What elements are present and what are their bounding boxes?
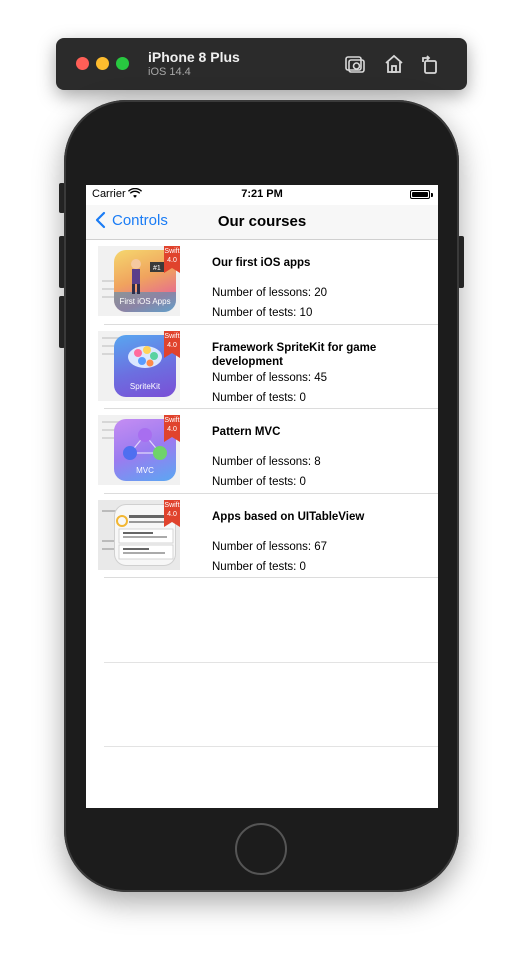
course-title: Framework SpriteKit for game development	[212, 341, 377, 368]
simulator-toolbar: iPhone 8 Plus iOS 14.4	[56, 38, 467, 90]
tests-count: Number of tests: 0	[212, 476, 306, 488]
device-name: iPhone 8 Plus	[148, 49, 240, 65]
swift-badge: Swift 4.0	[164, 499, 180, 527]
lessons-count: Number of lessons: 20	[212, 287, 328, 299]
app-screen: Carrier 7:21 PM Controls Our courses #1 …	[86, 185, 438, 808]
lessons-count: Number of lessons: 45	[212, 371, 328, 384]
swift-badge: Swift 4.0	[164, 246, 180, 273]
navigation-bar: Controls Our courses	[86, 205, 438, 240]
tile-label: MVC	[136, 466, 154, 475]
empty-row-separator	[104, 746, 438, 747]
battery-icon	[410, 190, 430, 199]
empty-row-separator	[104, 662, 438, 663]
courses-list: #1 First iOS Apps Swift 4.0 Our first iO…	[86, 240, 438, 747]
tile-label: SpriteKit	[129, 381, 161, 391]
home-icon[interactable]	[382, 52, 406, 76]
zoom-window-button[interactable]	[116, 57, 129, 70]
battery-tip	[431, 193, 433, 197]
swift-badge: Swift 4.0	[164, 415, 180, 442]
course-title: Pattern MVC	[212, 426, 281, 438]
lessons-count: Number of lessons: 8	[212, 456, 321, 468]
course-row[interactable]: Swift 4.0 Apps based on UITableView Numb…	[86, 494, 438, 578]
tests-count: Number of tests: 10	[212, 307, 313, 319]
course-row[interactable]: SpriteKit Swift 4.0 Framework SpriteKit …	[86, 325, 438, 409]
minimize-window-button[interactable]	[96, 57, 109, 70]
swift-badge: Swift 4.0	[164, 330, 180, 358]
course-title: Apps based on UITableView	[212, 510, 365, 523]
page-title: Our courses	[217, 213, 307, 230]
lessons-count: Number of lessons: 67	[212, 540, 328, 553]
tests-count: Number of tests: 0	[212, 391, 306, 404]
status-time: 7:21 PM	[241, 188, 283, 200]
status-bar: Carrier 7:21 PM	[86, 185, 438, 205]
tests-count: Number of tests: 0	[212, 560, 306, 573]
row-separator	[104, 577, 438, 578]
home-button[interactable]	[235, 823, 287, 875]
tile-label: First iOS Apps	[119, 297, 171, 306]
rotate-icon[interactable]	[418, 52, 442, 76]
course-title: Our first iOS apps	[212, 257, 311, 269]
screenshot-icon[interactable]	[343, 52, 367, 76]
svg-text:#1: #1	[153, 265, 161, 272]
close-window-button[interactable]	[76, 57, 89, 70]
course-row[interactable]: MVC Swift 4.0 Pattern MVC Number of less…	[86, 409, 438, 494]
os-version: iOS 14.4	[148, 66, 191, 78]
course-row[interactable]: #1 First iOS Apps Swift 4.0 Our first iO…	[86, 240, 438, 325]
